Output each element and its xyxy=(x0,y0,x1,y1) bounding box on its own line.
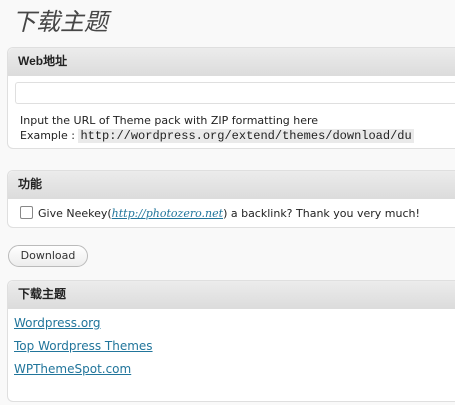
links-panel-heading: 下载主题 xyxy=(8,281,455,309)
backlink-text-prefix: Give Neekey( xyxy=(38,207,112,220)
wordpress-org-link[interactable]: Wordpress.org xyxy=(14,316,101,330)
list-item: Top Wordpress Themes xyxy=(14,337,153,360)
links-panel: 下载主题 Wordpress.org Top Wordpress Themes … xyxy=(7,280,455,402)
example-label: Example : xyxy=(20,129,75,142)
top-wordpress-themes-link[interactable]: Top Wordpress Themes xyxy=(14,339,153,353)
url-help-line: Input the URL of Theme pack with ZIP for… xyxy=(20,114,319,127)
download-button[interactable]: Download xyxy=(8,245,88,267)
list-item: WPThemeSpot.com xyxy=(14,360,153,383)
theme-url-input[interactable] xyxy=(15,82,455,104)
feature-panel-heading: 功能 xyxy=(8,171,455,199)
url-panel: Web地址 Input the URL of Theme pack with Z… xyxy=(7,47,455,149)
theme-site-links: Wordpress.org Top Wordpress Themes WPThe… xyxy=(14,314,153,383)
url-panel-heading: Web地址 xyxy=(8,48,455,76)
backlink-text-suffix: ) a backlink? Thank you very much! xyxy=(223,207,420,220)
page-title: 下载主题 xyxy=(12,10,108,36)
url-help-text: Input the URL of Theme pack with ZIP for… xyxy=(20,113,455,144)
example-url: http://wordpress.org/extend/themes/downl… xyxy=(78,129,414,143)
photozero-link[interactable]: http://photozero.net xyxy=(112,207,223,220)
list-item: Wordpress.org xyxy=(14,314,153,337)
feature-panel: 功能 Give Neekey(http://photozero.net) a b… xyxy=(7,170,455,228)
backlink-option: Give Neekey(http://photozero.net) a back… xyxy=(20,206,420,221)
backlink-checkbox[interactable] xyxy=(20,206,33,219)
wpthemespot-link[interactable]: WPThemeSpot.com xyxy=(14,362,131,376)
example-line: Example : http://wordpress.org/extend/th… xyxy=(20,128,455,144)
